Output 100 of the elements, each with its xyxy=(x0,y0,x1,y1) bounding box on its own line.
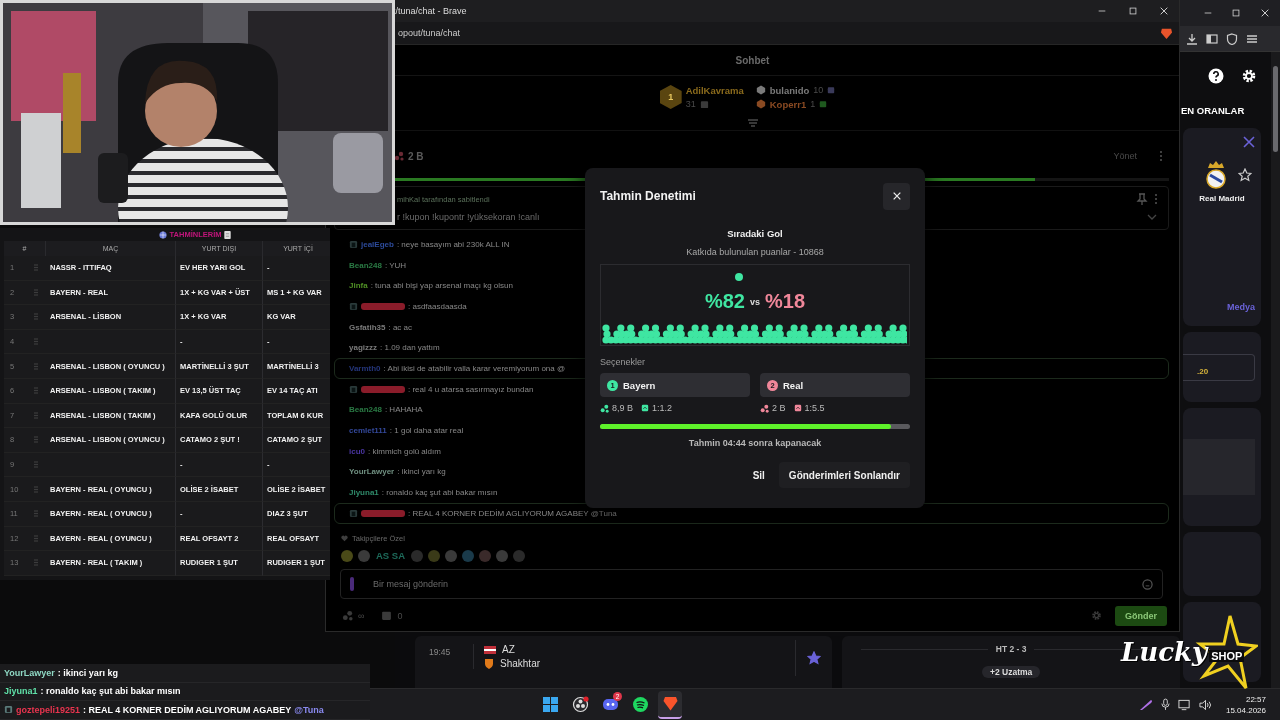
message-text: : YUH xyxy=(384,260,407,270)
message-input[interactable]: Bir mesaj gönderin xyxy=(340,568,1163,599)
options-label: Seçenekler xyxy=(600,357,647,367)
username: yagizzz xyxy=(349,343,377,353)
message-text: : tuna abi bişi yap arsenal maçı kg olsun xyxy=(370,281,513,291)
points-icon xyxy=(600,403,609,413)
logo-subtext: SHOP xyxy=(1209,650,1245,662)
emote-icon[interactable] xyxy=(478,548,493,563)
username: cemlet111 xyxy=(349,426,387,436)
message-text: : ronaldo kaç şut abi bakar mısın xyxy=(40,686,181,697)
pen-icon[interactable] xyxy=(1138,698,1153,711)
option-points: 2 B xyxy=(772,403,786,413)
scrollbar[interactable] xyxy=(1271,52,1280,688)
send-button[interactable]: Gönder xyxy=(1115,605,1167,626)
username: Jiyuna1 xyxy=(4,686,38,697)
team-name: Shakhtar xyxy=(500,658,541,669)
cursor-bar-icon xyxy=(350,576,354,591)
sidebar-icon[interactable] xyxy=(1206,32,1218,45)
star-icon[interactable] xyxy=(807,651,822,665)
rank-badge: 1 xyxy=(659,85,682,109)
shield-icon[interactable] xyxy=(1160,26,1173,40)
points-icon xyxy=(760,403,769,413)
settings-icon[interactable] xyxy=(1241,68,1257,84)
recorder-icon[interactable] xyxy=(571,696,589,713)
more-icon[interactable] xyxy=(1159,150,1163,162)
shield-icon[interactable] xyxy=(1226,32,1238,45)
browser-button[interactable] xyxy=(658,690,682,719)
message-text: : kimmich golü aldım xyxy=(368,446,441,456)
flag-icon xyxy=(484,645,496,654)
option-ratio: 1:1.2 xyxy=(652,403,673,413)
username: Koperr1 xyxy=(769,98,807,110)
store-icon xyxy=(381,610,393,622)
message-text: : ikinci yarı kg xyxy=(57,667,118,678)
hexagon-icon xyxy=(755,85,766,95)
store-count: 0 xyxy=(397,610,403,621)
points-icon xyxy=(394,151,404,161)
browser-icon[interactable] xyxy=(661,695,679,712)
emote-icon[interactable] xyxy=(495,548,510,563)
globe-icon xyxy=(158,230,167,239)
match-row[interactable]: 19:45 AZ Shakhtar xyxy=(415,636,833,688)
end-submissions-button[interactable]: Gönderimleri Sonlandır xyxy=(778,462,910,488)
username: YourLawyer xyxy=(4,667,55,678)
clock-time: 22:57 xyxy=(1245,693,1266,705)
microphone-icon[interactable] xyxy=(1160,698,1170,711)
start-icon[interactable] xyxy=(541,696,559,713)
prediction-question: Sıradaki Gol xyxy=(726,228,784,239)
odds-box[interactable]: .20 xyxy=(1183,354,1255,381)
message-text: : asdfaasdaasda xyxy=(408,301,467,311)
option-points: 8,9 B xyxy=(612,403,633,413)
menu-icon[interactable] xyxy=(1246,32,1258,45)
pin-icon[interactable] xyxy=(1136,193,1148,205)
username: AdilKavrama xyxy=(685,85,744,96)
mention: @Tuna xyxy=(294,705,324,715)
music-app-icon[interactable] xyxy=(631,696,649,713)
network-icon[interactable] xyxy=(1177,698,1191,711)
username: bulanido xyxy=(769,84,810,96)
clock[interactable]: 22:57 15.04.2026 xyxy=(1225,693,1266,716)
username: Gsfatih35 xyxy=(349,322,386,332)
speaker-icon[interactable] xyxy=(1198,698,1212,711)
hexagon-icon xyxy=(755,99,766,109)
badge-icon xyxy=(349,239,358,249)
collapse-icon[interactable] xyxy=(746,118,759,128)
chat-app-icon[interactable] xyxy=(601,696,619,713)
points: 10 xyxy=(813,85,824,95)
clipboard-icon xyxy=(224,230,232,239)
maximize-icon[interactable] xyxy=(1127,6,1138,16)
download-icon[interactable] xyxy=(1186,32,1198,45)
message-text: : REAL 4 KORNER DEDİM AGLIYORUM AGABEY @Tuna xyxy=(408,508,617,518)
option-ratio: 1:5.5 xyxy=(804,403,825,413)
message-text: : REAL 4 KORNER DEDİM AGLIYORUM AGABEY xyxy=(83,705,292,715)
emote-icon[interactable] xyxy=(340,548,354,563)
delete-button[interactable]: Sil xyxy=(742,462,775,488)
modal-title: Tahmin Denetimi xyxy=(600,189,697,203)
username: Varmth0 xyxy=(349,363,381,373)
media-tab[interactable]: Medya xyxy=(1227,302,1255,312)
message-text: : 1.09 dan yattım xyxy=(380,343,440,353)
team-name: AZ xyxy=(502,644,515,655)
versus-label: vs xyxy=(750,297,760,307)
message-text: : real 4 u atarsa sasırmayız bundan xyxy=(408,384,534,394)
message-text: : HAHAHA xyxy=(384,405,423,415)
help-icon[interactable] xyxy=(1208,68,1224,84)
percent-value: %82 xyxy=(704,291,745,311)
username: Bean248 xyxy=(349,405,382,415)
message-text: : ronaldo kaç şut abi bakar mısın xyxy=(381,488,498,498)
emoji-icon[interactable] xyxy=(1142,578,1153,590)
emote-icon[interactable] xyxy=(427,548,442,563)
maximize-icon[interactable] xyxy=(1231,8,1241,18)
emote-icon[interactable] xyxy=(461,548,476,563)
message-text: : ikinci yarı kg xyxy=(397,467,446,477)
badge-icon xyxy=(349,508,358,518)
emote-icon[interactable] xyxy=(444,548,459,563)
badge-icon xyxy=(4,705,13,715)
emote-icon[interactable] xyxy=(357,548,371,563)
username: Bean248 xyxy=(349,260,382,270)
more-icon[interactable] xyxy=(1154,193,1158,205)
odds-value: .20 xyxy=(1197,367,1209,376)
chat-header: Sohbet xyxy=(735,54,770,66)
pinned-text: r !kupon !kupontr !yüksekoran !canlı xyxy=(397,212,540,222)
close-icon xyxy=(891,191,902,201)
close-button[interactable] xyxy=(883,182,910,210)
